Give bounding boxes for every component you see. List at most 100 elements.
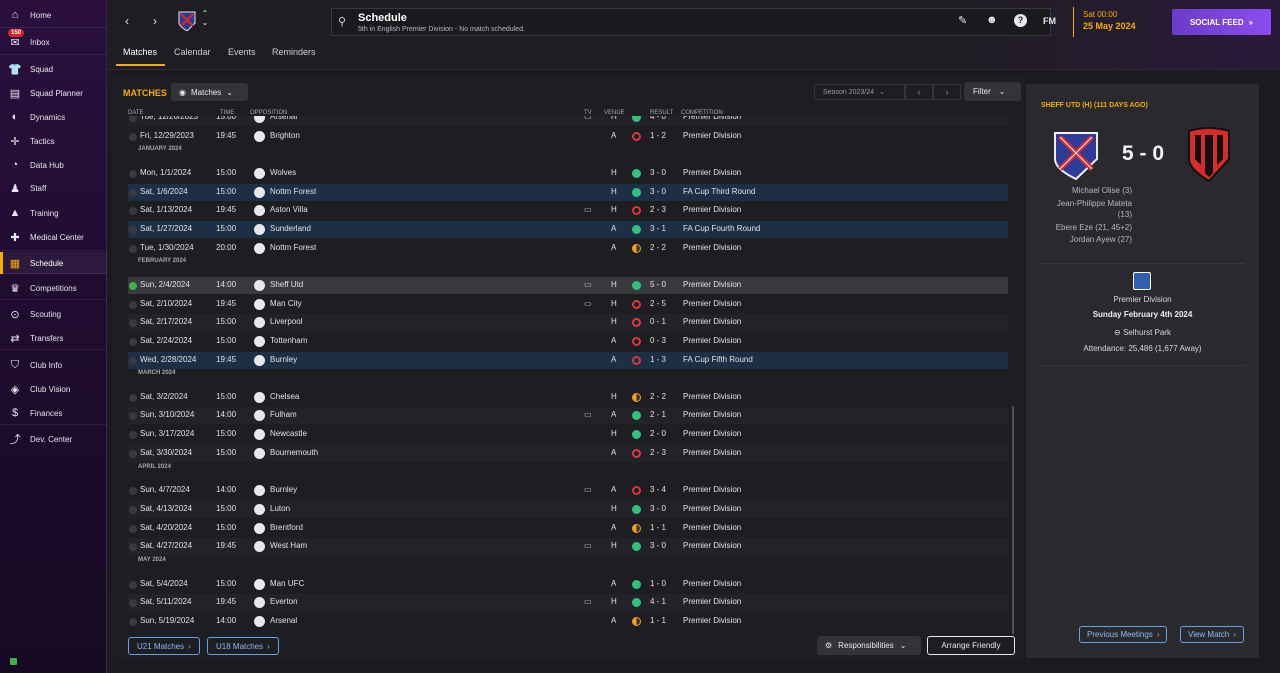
competition[interactable]: Premier Division [683, 280, 741, 289]
opponent-name[interactable]: Burnley [270, 485, 297, 494]
table-row[interactable]: Sat, 1/13/2024 19:45 Aston Villa ▭ H 2 - 3 Pre… [128, 202, 1008, 219]
table-row[interactable]: Tue, 1/30/2024 20:00 Nottm Forest A 2 - 2 Pre… [128, 240, 1008, 257]
opponent-name[interactable]: Burnley [270, 355, 297, 364]
row-select-radio[interactable] [129, 599, 137, 607]
competition[interactable]: Premier Division [683, 485, 741, 494]
match-result[interactable]: 2 - 5 [650, 299, 666, 308]
row-select-radio[interactable] [129, 170, 137, 178]
competition[interactable]: Premier Division [683, 116, 741, 121]
table-row[interactable]: Sun, 4/7/2024 14:00 Burnley ▭ A 3 - 4 Premier … [128, 482, 1008, 499]
match-result[interactable]: 2 - 3 [650, 205, 666, 214]
opponent-name[interactable]: Luton [270, 504, 290, 513]
opponent-name[interactable]: Nottm Forest [270, 243, 316, 252]
match-result[interactable]: 1 - 1 [650, 616, 666, 625]
opponent-name[interactable]: Newcastle [270, 429, 307, 438]
match-result[interactable]: 2 - 2 [650, 243, 666, 252]
match-result[interactable]: 2 - 2 [650, 392, 666, 401]
competition[interactable]: Premier Division [683, 504, 741, 513]
row-select-radio[interactable] [129, 543, 137, 551]
opponent-name[interactable]: Sheff Utd [270, 280, 303, 289]
match-header[interactable]: SHEFF UTD (H) (111 DAYS AGO) [1041, 102, 1148, 109]
table-row[interactable]: Sat, 4/13/2024 15:00 Luton H 3 - 0 Premier Di… [128, 501, 1008, 518]
competition[interactable]: FA Cup Fifth Round [683, 355, 753, 364]
opponent-name[interactable]: Liverpool [270, 317, 302, 326]
row-select-radio[interactable] [129, 245, 137, 253]
opponent-name[interactable]: Everton [270, 597, 298, 606]
table-row[interactable]: Sun, 3/17/2024 15:00 Newcastle H 2 - 0 Premie… [128, 426, 1008, 443]
row-select-radio[interactable] [129, 618, 137, 626]
match-result[interactable]: 3 - 0 [650, 541, 666, 550]
sidebar-item-medical-center[interactable]: ✚ Medical Center [0, 226, 107, 248]
opponent-name[interactable]: Tottenham [270, 336, 307, 345]
sidebar-item-home[interactable]: ⌂ Home [0, 4, 107, 26]
opponent-name[interactable]: Aston Villa [270, 205, 308, 214]
prev-season-button[interactable]: ‹ [905, 84, 933, 100]
competition[interactable]: Premier Division [683, 597, 741, 606]
table-row[interactable]: Sat, 3/2/2024 15:00 Chelsea H 2 - 2 Premier D… [128, 389, 1008, 406]
match-result[interactable]: 3 - 0 [650, 504, 666, 513]
season-selector[interactable]: Season 2023/24 ⌄ [814, 84, 905, 100]
tab-reminders[interactable]: Reminders [272, 47, 316, 57]
row-select-radio[interactable] [129, 450, 137, 458]
table-row[interactable]: Wed, 2/28/2024 19:45 Burnley A 1 - 3 FA Cup F… [128, 352, 1008, 369]
title-box[interactable]: ⚲ Schedule 5th in English Premier Divisi… [331, 8, 1051, 36]
match-result[interactable]: 3 - 1 [650, 224, 666, 233]
sidebar-item-tactics[interactable]: ✛ Tactics [0, 130, 107, 152]
opponent-name[interactable]: Brentford [270, 523, 303, 532]
competition[interactable]: Premier Division [683, 579, 741, 588]
match-result[interactable]: 0 - 3 [650, 336, 666, 345]
match-result[interactable]: 4 - 0 [650, 116, 666, 121]
row-select-radio[interactable] [129, 207, 137, 215]
opponent-name[interactable]: West Ham [270, 541, 307, 550]
match-result[interactable]: 1 - 2 [650, 131, 666, 140]
competition[interactable]: FA Cup Third Round [683, 187, 755, 196]
row-select-radio[interactable] [129, 487, 137, 495]
match-result[interactable]: 2 - 3 [650, 448, 666, 457]
match-result[interactable]: 3 - 0 [650, 187, 666, 196]
table-row[interactable]: Sat, 4/20/2024 15:00 Brentford A 1 - 1 Premie… [128, 520, 1008, 537]
previous-meetings-button[interactable]: Previous Meetings › [1079, 626, 1168, 643]
competition[interactable]: FA Cup Fourth Round [683, 224, 760, 233]
edit-icon[interactable]: ✎ [958, 14, 967, 27]
sidebar-item-data-hub[interactable]: ◔ Data Hub [0, 154, 107, 176]
row-select-radio[interactable] [129, 506, 137, 514]
competition[interactable]: Premier Division [683, 317, 741, 326]
table-row[interactable]: Sun, 2/4/2024 14:00 Sheff Utd ▭ H 5 - 0 Premie… [128, 277, 1008, 294]
search-icon[interactable]: ⚲ [338, 15, 346, 28]
game-date[interactable]: Sat 00:00 25 May 2024 [1073, 7, 1163, 37]
match-result[interactable]: 3 - 0 [650, 168, 666, 177]
club-switch-icon[interactable]: ⌃ ⌄ [200, 9, 210, 27]
club-crest-icon[interactable] [178, 11, 196, 31]
table-row[interactable]: Sat, 5/11/2024 19:45 Everton ▭ H 4 - 1 Premier… [128, 594, 1008, 611]
sidebar-item-squad-planner[interactable]: ▤ Squad Planner [0, 82, 107, 104]
row-select-radio[interactable] [129, 282, 137, 290]
table-row[interactable]: Sat, 5/4/2024 15:00 Man UFC A 1 - 0 Premier D… [128, 576, 1008, 593]
fm-menu-icon[interactable]: FM [1043, 16, 1056, 26]
row-select-radio[interactable] [129, 581, 137, 589]
sidebar-item-schedule[interactable]: ▦ Schedule [0, 252, 107, 274]
u21-matches-button[interactable]: U21 Matches › [128, 637, 200, 655]
opponent-name[interactable]: Man City [270, 299, 302, 308]
table-row[interactable]: Sun, 5/19/2024 14:00 Arsenal A 1 - 1 Premier … [128, 613, 1008, 630]
help-icon[interactable]: ? [1014, 14, 1027, 27]
sidebar-item-staff[interactable]: ♟ Staff [0, 177, 107, 199]
tab-calendar[interactable]: Calendar [174, 47, 211, 57]
opponent-name[interactable]: Wolves [270, 168, 296, 177]
match-result[interactable]: 0 - 1 [650, 317, 666, 326]
row-select-radio[interactable] [129, 357, 137, 365]
table-row[interactable]: Sat, 2/24/2024 15:00 Tottenham A 0 - 3 Premie… [128, 333, 1008, 350]
table-row[interactable]: Mon, 1/1/2024 15:00 Wolves H 3 - 0 Premier Di… [128, 165, 1008, 182]
table-row[interactable]: Tue, 12/26/2023 15:00 Arsenal ▭ H 4 - 0 Premie… [128, 116, 1008, 126]
opponent-name[interactable]: Chelsea [270, 392, 299, 401]
opponent-name[interactable]: Bournemouth [270, 448, 318, 457]
table-row[interactable]: Sat, 1/27/2024 15:00 Sunderland A 3 - 1 FA Cu… [128, 221, 1008, 238]
tab-matches[interactable]: Matches [123, 47, 157, 57]
match-result[interactable]: 4 - 1 [650, 597, 666, 606]
sidebar-item-finances[interactable]: $ Finances [0, 402, 107, 424]
competition[interactable]: Premier Division [683, 541, 741, 550]
table-row[interactable]: Sat, 2/10/2024 19:45 Man City ▭ H 2 - 5 Premie… [128, 296, 1008, 313]
back-arrow-icon[interactable]: ‹ [121, 14, 133, 28]
competition[interactable]: Premier Division [683, 392, 741, 401]
row-select-radio[interactable] [129, 226, 137, 234]
table-row[interactable]: Fri, 12/29/2023 19:45 Brighton A 1 - 2 Premie… [128, 128, 1008, 145]
